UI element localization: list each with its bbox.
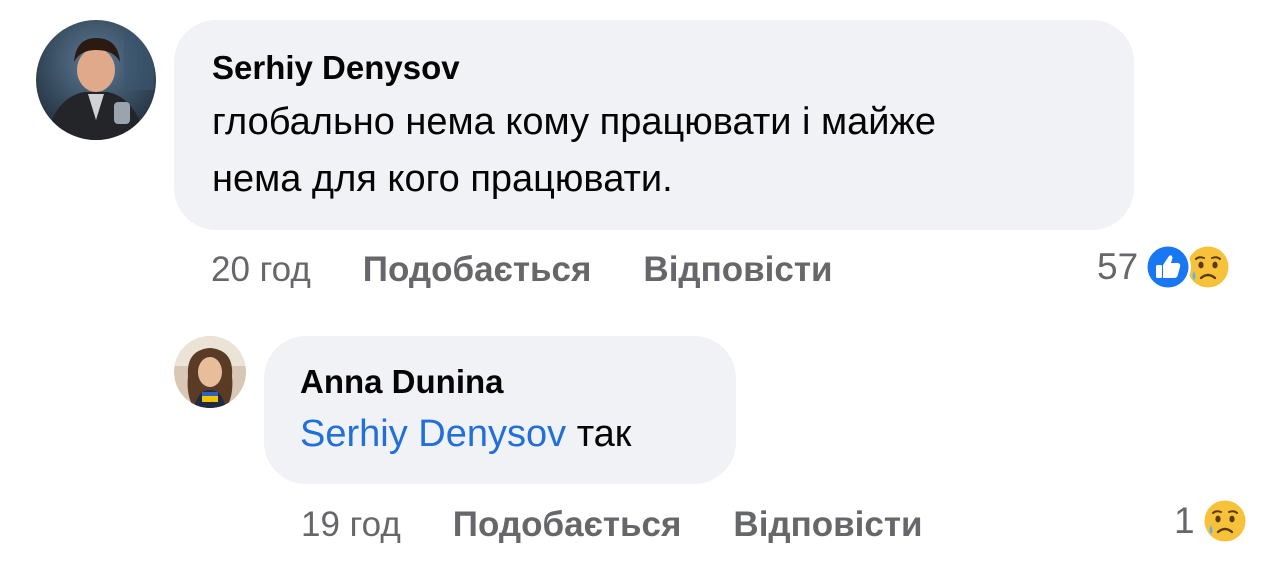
comment-bubble: Serhiy Denysov глобально нема кому працю… [174,20,1134,230]
reply-button[interactable]: Відповісти [733,504,922,546]
comment-text-line: глобально нема кому працювати і майже [212,101,937,143]
profile-photo [36,20,156,140]
reaction-count: 57 [1097,246,1139,287]
like-icon [1144,243,1192,291]
avatar-serhiy-denysov[interactable] [36,20,156,140]
comment-text: глобально нема кому працювати і майже не… [212,94,1096,208]
sad-icon [1201,497,1249,545]
reply-actions: 19 год Подобається Відповісти [301,504,923,546]
comment-text-line: нема для кого працювати. [212,158,673,200]
avatar-anna-dunina[interactable] [174,336,246,408]
reply-text-body: так [576,413,632,455]
reply-reactions[interactable]: 1 [1174,497,1249,545]
comment-reactions[interactable]: 57 [1097,243,1232,291]
reply-text: Serhiy Denysov так [300,406,700,463]
reply-bubble: Anna Dunina Serhiy Denysov так [264,336,736,484]
like-button[interactable]: Подобається [453,504,682,546]
reaction-count: 1 [1174,500,1195,541]
comment-timestamp[interactable]: 20 год [211,249,311,291]
reply-author[interactable]: Anna Dunina [300,362,700,402]
comment-author[interactable]: Serhiy Denysov [212,48,1096,88]
comment-actions: 20 год Подобається Відповісти [211,249,833,291]
like-button[interactable]: Подобається [363,249,592,291]
mention-link[interactable]: Serhiy Denysov [300,413,566,455]
profile-photo [174,336,246,408]
reply-timestamp[interactable]: 19 год [301,504,401,546]
reply-button[interactable]: Відповісти [643,249,832,291]
